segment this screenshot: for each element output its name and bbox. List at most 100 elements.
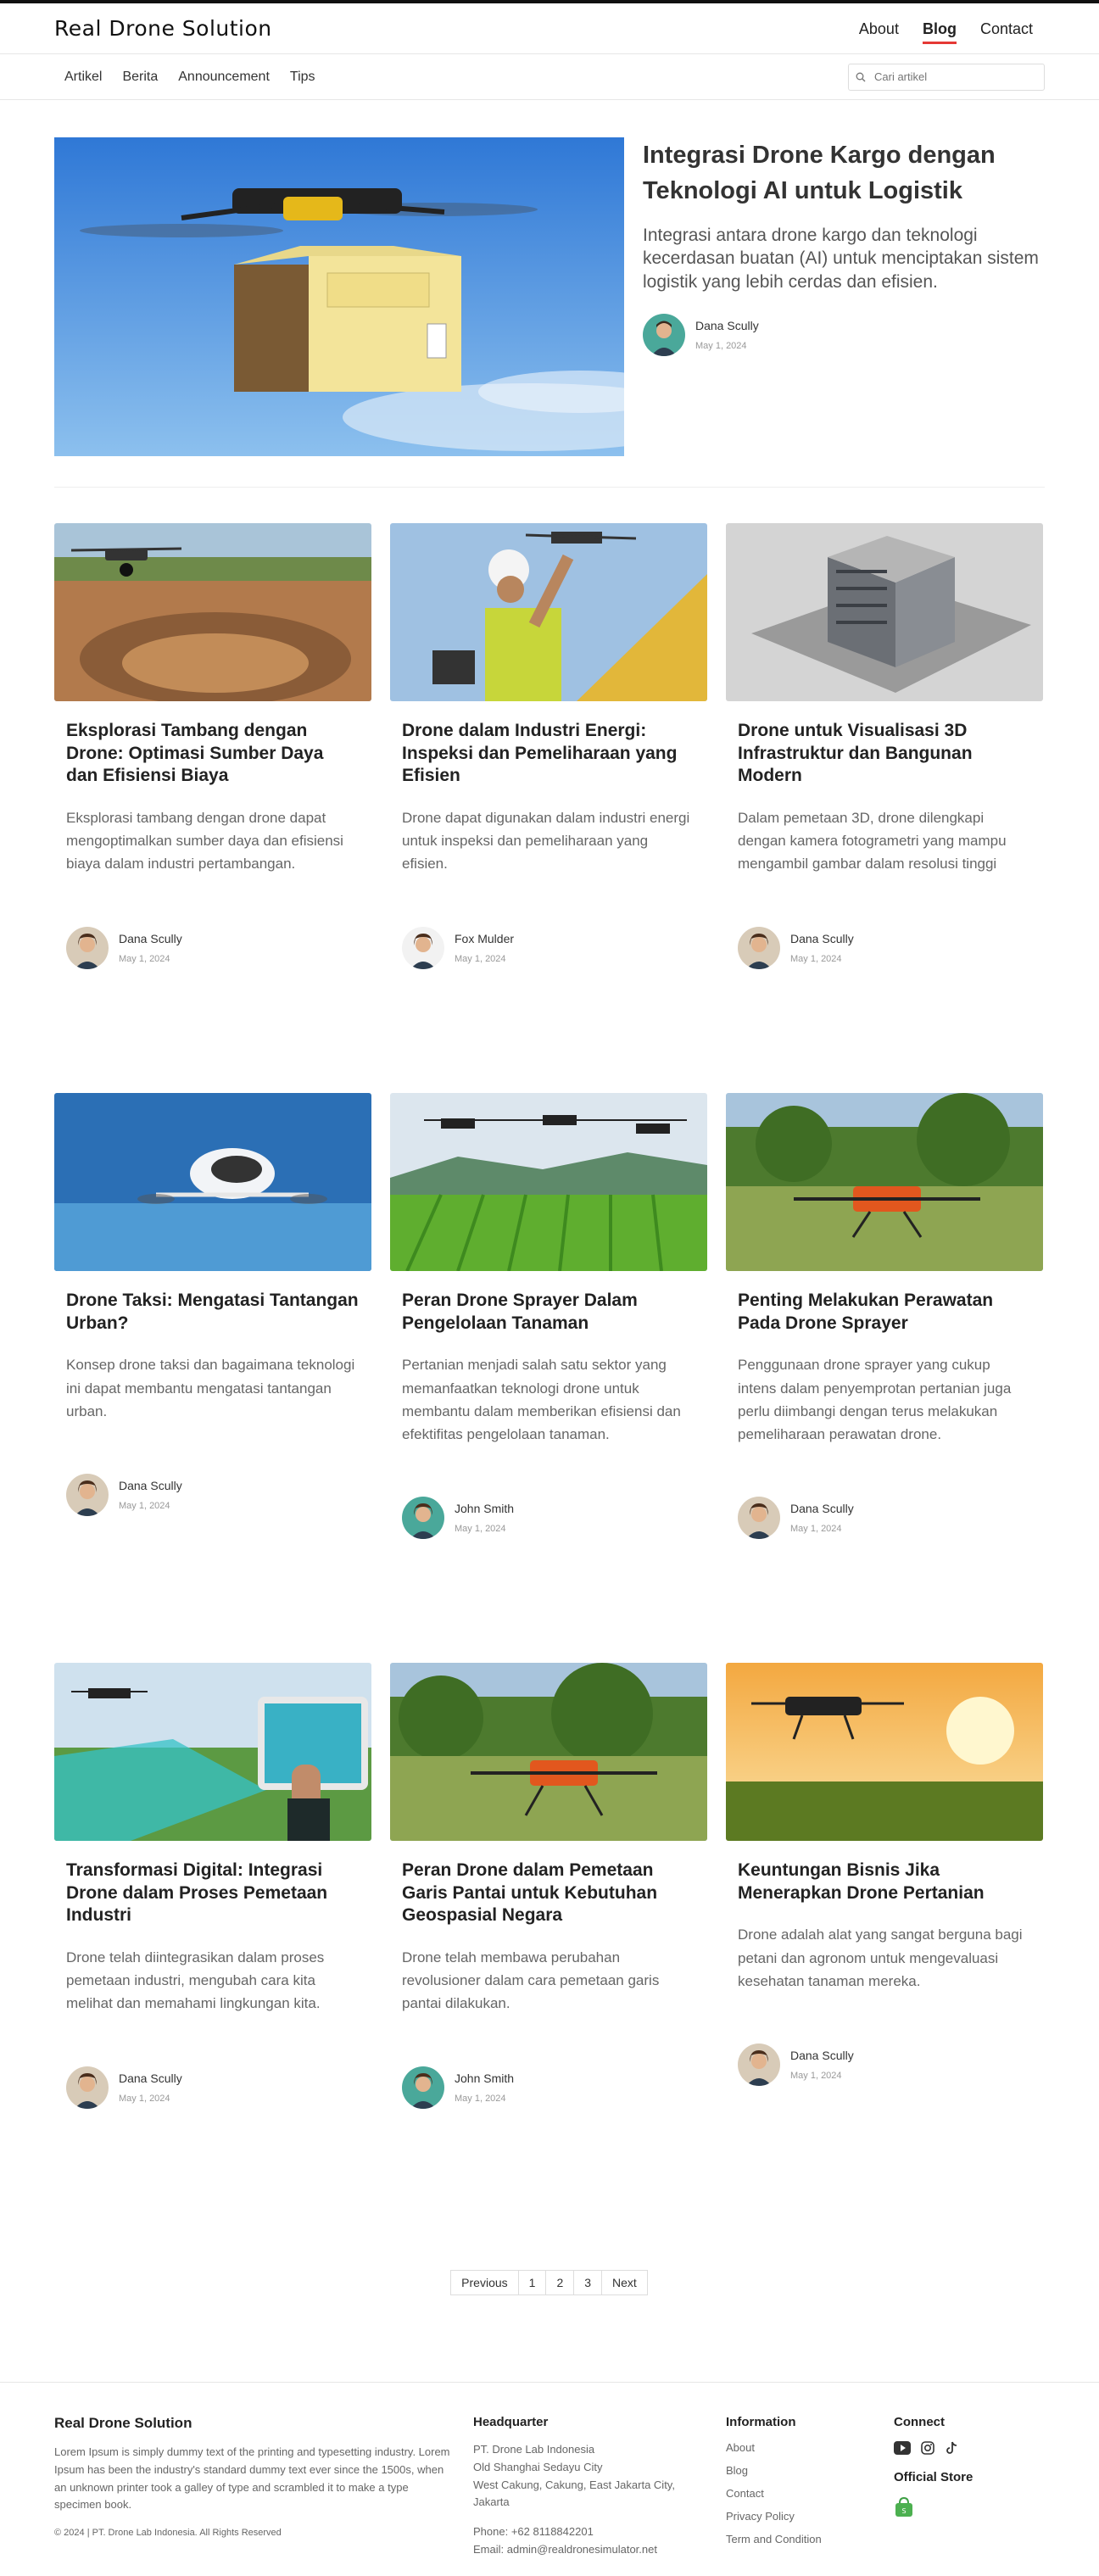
youtube-icon[interactable] [894,2441,911,2455]
search-icon [856,72,866,81]
nav-blog[interactable]: Blog [911,3,968,54]
pagination-page-3[interactable]: 3 [573,2270,603,2295]
post-date: May 1, 2024 [790,1524,842,1535]
post-date: May 1, 2024 [790,2070,842,2081]
footer-link-contact[interactable]: Contact [726,2487,894,2500]
author-name[interactable]: Dana Scully [695,319,759,332]
main-nav: About Blog Contact [847,3,1045,54]
post-author: Dana Scully May 1, 2024 [54,926,371,969]
pagination-page-1[interactable]: 1 [517,2270,547,2295]
post-title[interactable]: Transformasi Digital: Integrasi Drone da… [66,1860,360,1927]
category-artikel[interactable]: Artikel [54,70,112,85]
post-card: Penting Melakukan Perawatan Pada Drone S… [726,1093,1043,1663]
search-box [848,63,1045,91]
author-name[interactable]: John Smith [455,1502,514,1515]
post-title[interactable]: Penting Melakukan Perawatan Pada Drone S… [738,1290,1031,1335]
footer-link-terms[interactable]: Term and Condition [726,2533,894,2545]
post-date: May 1, 2024 [119,1500,170,1511]
author-name[interactable]: Dana Scully [790,2049,854,2062]
nav-about[interactable]: About [847,3,911,54]
pagination-previous[interactable]: Previous [450,2270,519,2295]
nav-contact[interactable]: Contact [968,3,1045,54]
author-name[interactable]: John Smith [455,2071,514,2085]
avatar [402,926,444,969]
featured-author: Dana Scully May 1, 2024 [643,313,1045,356]
post-title[interactable]: Peran Drone dalam Pemetaan Garis Pantai … [402,1860,695,1927]
tiktok-icon[interactable] [945,2441,958,2455]
avatar [643,313,685,356]
post-title[interactable]: Drone dalam Industri Energi: Inspeksi da… [402,720,695,788]
author-name[interactable]: Dana Scully [790,1502,854,1515]
post-excerpt: Drone telah diintegrasikan dalam proses … [66,1949,325,2012]
post-excerpt: Drone adalah alat yang sangat berguna ba… [738,1926,1023,1989]
post-thumbnail[interactable] [726,523,1043,701]
post-card: Peran Drone Sprayer Dalam Pengelolaan Ta… [390,1093,707,1663]
author-name[interactable]: Dana Scully [790,932,854,945]
post-title[interactable]: Peran Drone Sprayer Dalam Pengelolaan Ta… [402,1290,695,1335]
hq-line: West Cakung, Cakung, East Jakarta City, … [473,2478,675,2509]
footer-phone[interactable]: Phone: +62 8118842201 [473,2523,726,2541]
post-author: Fox Mulder May 1, 2024 [390,926,707,969]
post-grid: Eksplorasi Tambang dengan Drone: Optimas… [0,488,1099,2233]
avatar [738,926,780,969]
post-thumbnail[interactable] [390,1093,707,1271]
featured-image[interactable] [54,137,624,456]
avatar [66,2066,109,2109]
post-date: May 1, 2024 [455,1524,506,1535]
avatar [402,2066,444,2109]
footer-store-title: Official Store [894,2470,973,2484]
post-title[interactable]: Drone Taksi: Mengatasi Tantangan Urban? [66,1290,360,1335]
pagination: Previous 1 2 3 Next [0,2270,1099,2295]
hq-line: Old Shanghai Sedayu City [473,2460,603,2473]
post-date: May 1, 2024 [695,340,747,351]
post-title[interactable]: Eksplorasi Tambang dengan Drone: Optimas… [66,720,360,788]
post-author: Dana Scully May 1, 2024 [726,2043,1043,2086]
hq-line: PT. Drone Lab Indonesia [473,2443,595,2456]
pagination-next[interactable]: Next [601,2270,648,2295]
post-card: Keuntungan Bisnis Jika Menerapkan Drone … [726,1663,1043,2233]
post-title[interactable]: Drone untuk Visualisasi 3D Infrastruktur… [738,720,1031,788]
post-excerpt: Penggunaan drone sprayer yang cukup inte… [738,1357,1012,1442]
site-logo[interactable]: Real Drone Solution [54,16,272,41]
footer-copyright: © 2024 | PT. Drone Lab Indonesia. All Ri… [54,2528,282,2539]
post-author: John Smith May 1, 2024 [390,1497,707,1540]
post-thumbnail[interactable] [726,1093,1043,1271]
svg-text:S: S [901,2507,906,2515]
instagram-icon[interactable] [921,2441,934,2455]
post-thumbnail[interactable] [390,523,707,701]
post-thumbnail[interactable] [54,1663,371,1841]
search-input[interactable] [874,70,1027,83]
category-nav: Artikel Berita Announcement Tips [0,54,1099,100]
avatar [66,1473,109,1516]
post-author: Dana Scully May 1, 2024 [726,926,1043,969]
post-excerpt: Pertanian menjadi salah satu sektor yang… [402,1357,681,1442]
author-name[interactable]: Dana Scully [119,932,182,945]
post-title[interactable]: Keuntungan Bisnis Jika Menerapkan Drone … [738,1860,1031,1904]
post-thumbnail[interactable] [54,523,371,701]
footer-link-privacy[interactable]: Privacy Policy [726,2510,894,2523]
post-thumbnail[interactable] [726,1663,1043,1841]
post-excerpt: Drone dapat digunakan dalam industri ene… [402,809,690,873]
main-header: Real Drone Solution About Blog Contact [0,3,1099,54]
author-name[interactable]: Fox Mulder [455,932,514,945]
post-thumbnail[interactable] [390,1663,707,1841]
featured-title[interactable]: Integrasi Drone Kargo dengan Teknologi A… [643,137,1045,209]
post-thumbnail[interactable] [54,1093,371,1271]
shopping-bag-icon[interactable]: S [894,2496,914,2518]
post-author: Dana Scully May 1, 2024 [54,1473,371,1516]
footer-link-about[interactable]: About [726,2441,894,2454]
author-name[interactable]: Dana Scully [119,2071,182,2085]
footer-link-blog[interactable]: Blog [726,2464,894,2477]
post-excerpt: Konsep drone taksi dan bagaimana teknolo… [66,1357,355,1419]
post-date: May 1, 2024 [119,953,170,964]
featured-post: Integrasi Drone Kargo dengan Teknologi A… [54,100,1045,488]
footer-brand: Real Drone Solution [54,2415,192,2431]
category-tips[interactable]: Tips [280,70,326,85]
post-author: John Smith May 1, 2024 [390,2066,707,2109]
pagination-page-2[interactable]: 2 [545,2270,575,2295]
author-name[interactable]: Dana Scully [119,1479,182,1492]
category-berita[interactable]: Berita [112,70,168,85]
post-date: May 1, 2024 [455,2093,506,2104]
footer-email[interactable]: Email: admin@realdronesimulator.net [473,2541,726,2559]
category-announcement[interactable]: Announcement [168,70,280,85]
